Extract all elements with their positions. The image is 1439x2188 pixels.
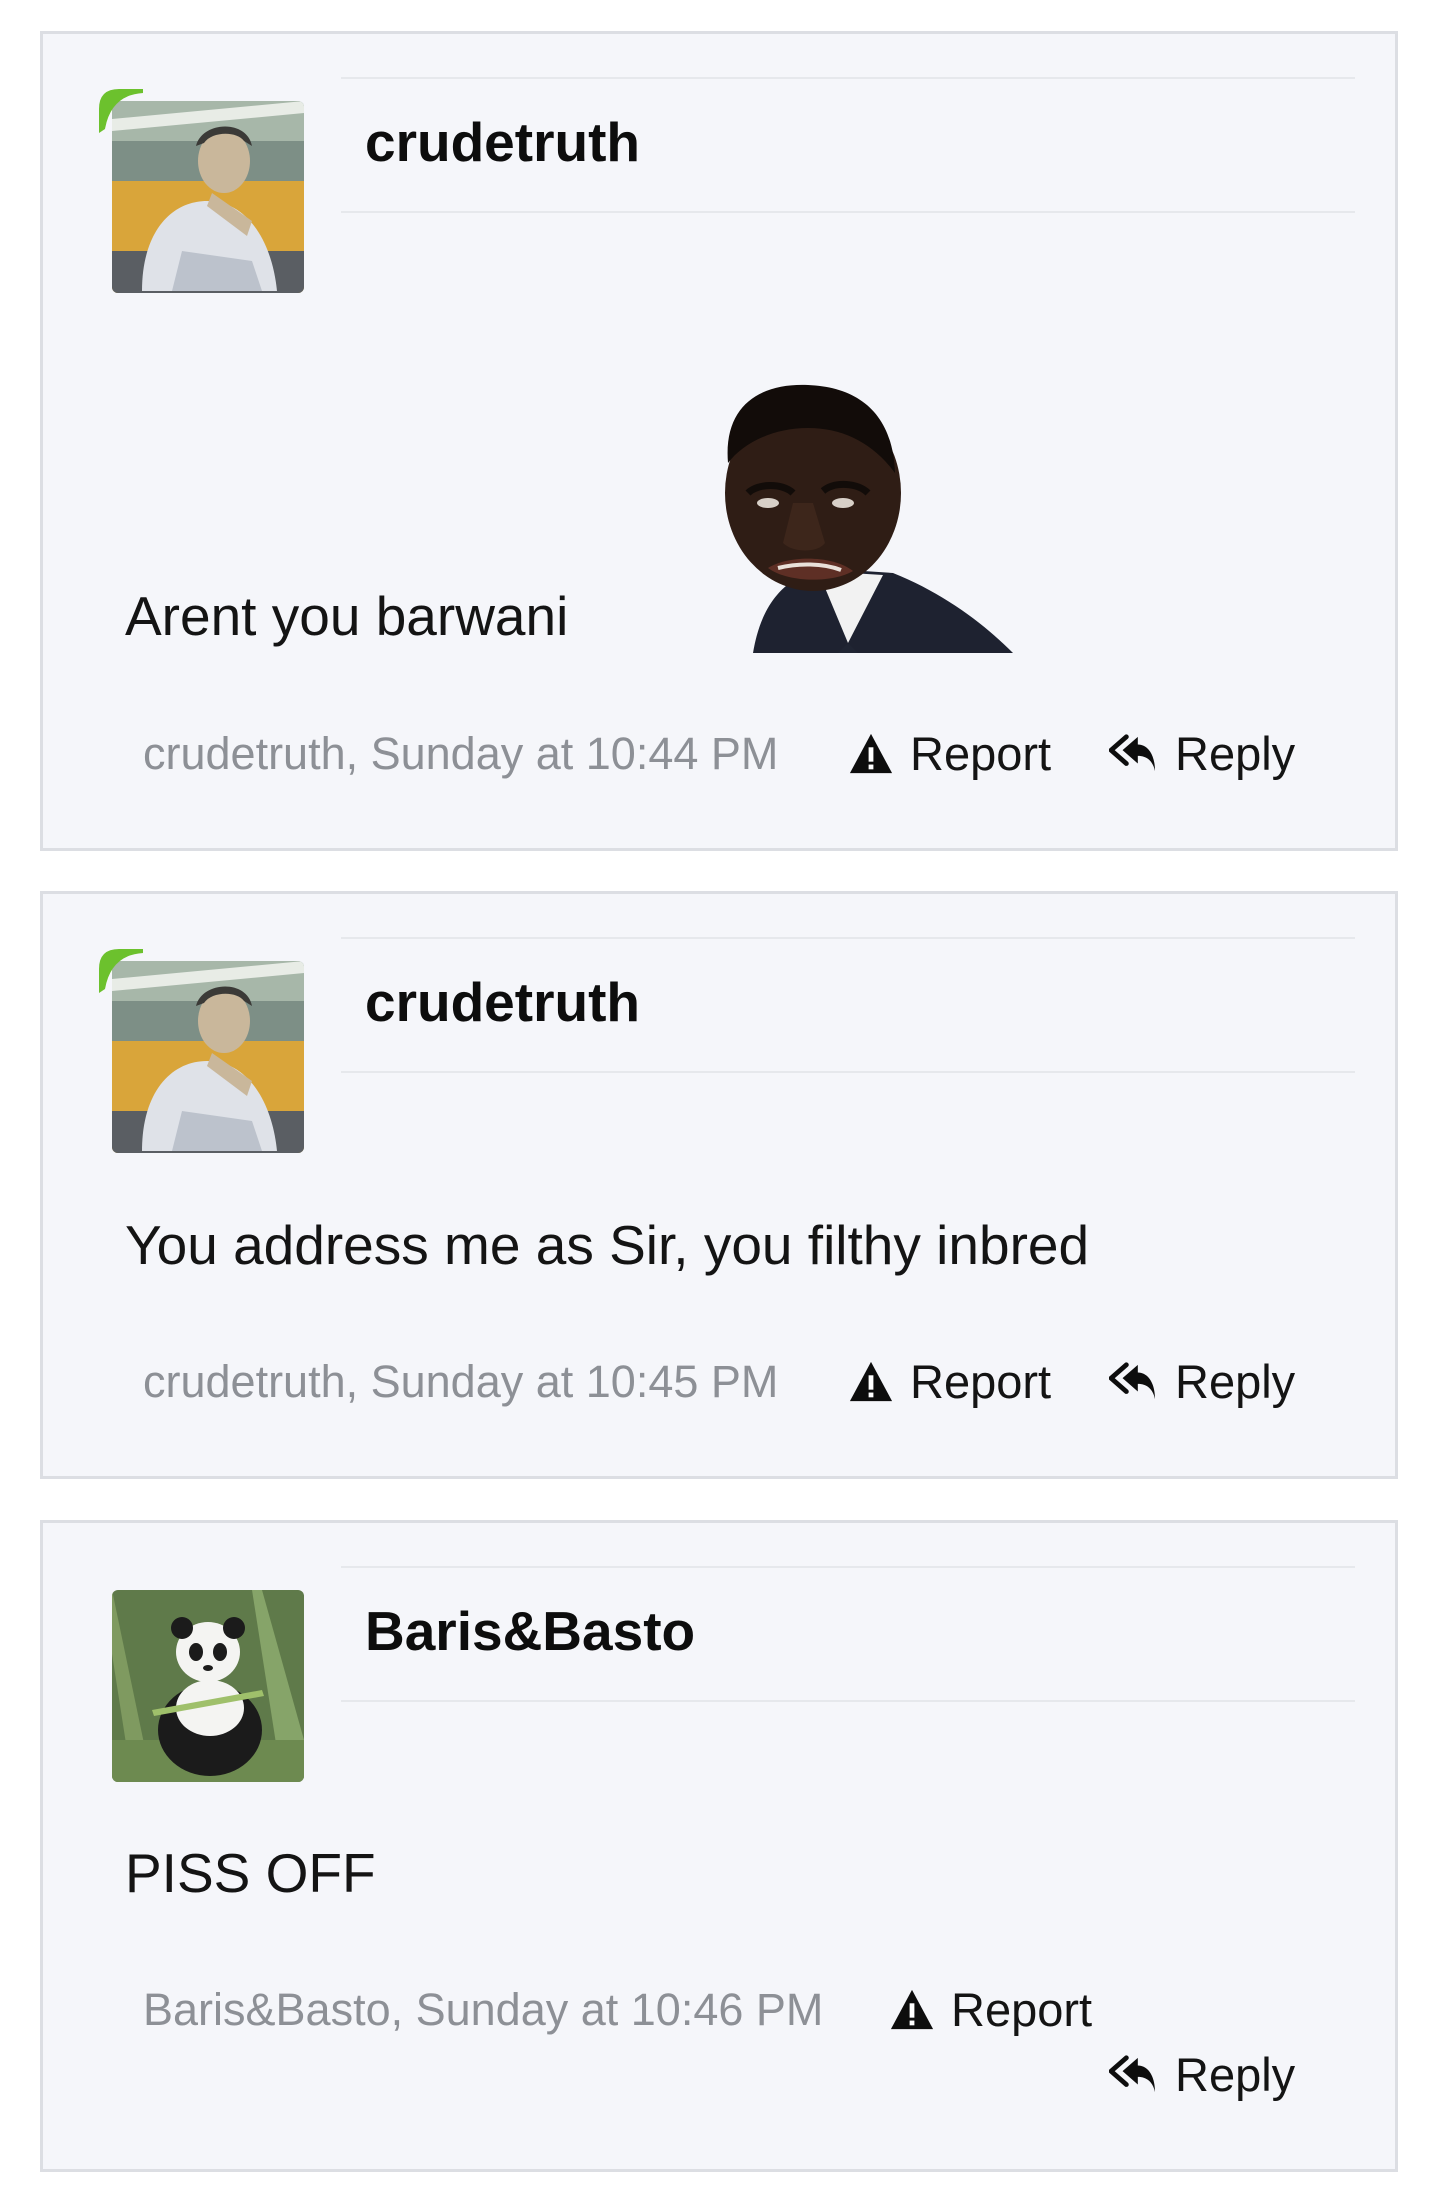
post-meta[interactable]: crudetruth, Sunday at 10:45 PM [143, 1356, 778, 1408]
report-button[interactable]: Report [848, 726, 1051, 781]
report-label: Report [910, 727, 1052, 780]
reply-label: Reply [1175, 2048, 1296, 2101]
reply-label: Reply [1175, 1355, 1296, 1408]
warning-icon [848, 1359, 894, 1405]
reply-icon [1109, 1361, 1159, 1403]
post-meta[interactable]: Baris&Basto, Sunday at 10:46 PM [143, 1984, 823, 2036]
reaction-face-image [725, 384, 1013, 653]
post: crudetruth Arent you barwani crudetruth,… [40, 31, 1398, 851]
post-meta[interactable]: crudetruth, Sunday at 10:44 PM [143, 728, 778, 780]
message-text: You address me as Sir, you filthy inbred [125, 1214, 1090, 1276]
reply-button[interactable]: Reply [1109, 2047, 1295, 2102]
username[interactable]: crudetruth [365, 970, 640, 1034]
report-label: Report [910, 1355, 1052, 1408]
report-button[interactable]: Report [889, 1982, 1092, 2037]
warning-icon [889, 1987, 935, 2033]
reply-button[interactable]: Reply [1109, 1354, 1295, 1409]
online-indicator-icon [99, 89, 143, 133]
username[interactable]: crudetruth [365, 110, 640, 174]
username[interactable]: Baris&Basto [365, 1599, 695, 1663]
online-indicator-icon [99, 949, 143, 993]
report-button[interactable]: Report [848, 1354, 1051, 1409]
reply-icon [1109, 2054, 1159, 2096]
post: crudetruth You address me as Sir, you fi… [40, 891, 1398, 1479]
reply-label: Reply [1175, 727, 1296, 780]
report-label: Report [951, 1983, 1093, 2036]
message-text: Arent you barwani [125, 585, 569, 647]
avatar[interactable] [112, 1590, 304, 1782]
message-text: PISS OFF [125, 1842, 376, 1904]
reply-button[interactable]: Reply [1109, 726, 1295, 781]
warning-icon [848, 731, 894, 777]
reply-icon [1109, 733, 1159, 775]
post: Baris&Basto PISS OFF Baris&Basto, Sunday… [40, 1520, 1398, 2172]
